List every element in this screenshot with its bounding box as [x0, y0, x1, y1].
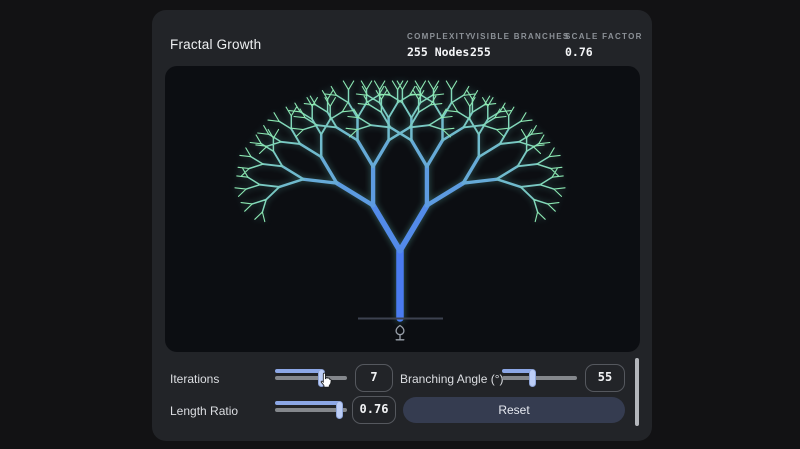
iterations-slider-track[interactable] [275, 376, 347, 380]
iterations-value-field[interactable]: 7 [355, 364, 393, 392]
length-ratio-label: Length Ratio [170, 404, 239, 418]
branching-angle-value-field[interactable]: 55 [585, 364, 625, 392]
stat-visible-branches-value: 255 [470, 45, 491, 59]
fractal-tree [234, 80, 566, 322]
fractal-growth-panel: Fractal Growth COMPLEXITY 255 Nodes VISI… [152, 10, 652, 441]
iterations-slider-fill [275, 369, 322, 373]
stat-complexity-value: 255 Nodes [407, 45, 470, 59]
branching-angle-slider-track[interactable] [502, 376, 577, 380]
branching-angle-slider-thumb[interactable] [529, 369, 537, 387]
length-ratio-slider[interactable] [275, 401, 347, 419]
iterations-slider-thumb[interactable] [318, 369, 326, 387]
stat-visible-branches: VISIBLE BRANCHES 255 [470, 32, 569, 59]
tree-icon [395, 324, 405, 341]
fractal-canvas [165, 66, 640, 352]
branching-angle-slider-fill [502, 369, 533, 373]
reset-button[interactable]: Reset [403, 397, 625, 423]
length-ratio-slider-thumb[interactable] [336, 401, 344, 419]
vertical-scrollbar[interactable] [635, 358, 639, 426]
stat-visible-branches-label: VISIBLE BRANCHES [470, 32, 570, 41]
length-ratio-value-field[interactable]: 0.76 [352, 396, 396, 424]
stat-scale-factor: SCALE FACTOR 0.76 [565, 32, 643, 59]
stat-scale-factor-label: SCALE FACTOR [565, 32, 643, 41]
stat-complexity: COMPLEXITY 255 Nodes [407, 32, 472, 59]
length-ratio-slider-fill [275, 401, 340, 405]
iterations-slider[interactable] [275, 369, 347, 387]
page-title: Fractal Growth [170, 37, 262, 52]
branching-angle-slider[interactable] [502, 369, 577, 387]
stat-complexity-label: COMPLEXITY [407, 32, 473, 41]
iterations-label: Iterations [170, 372, 220, 386]
stat-scale-factor-value: 0.76 [565, 45, 593, 59]
branching-angle-label: Branching Angle (°) [400, 372, 504, 386]
